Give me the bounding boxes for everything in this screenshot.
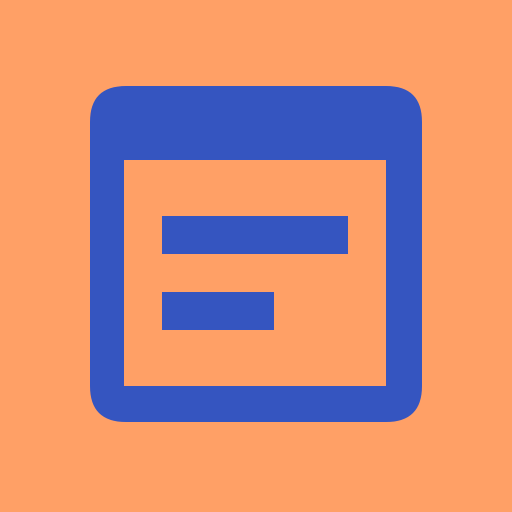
web-asset-icon [0, 0, 512, 512]
icon-canvas [0, 0, 512, 512]
